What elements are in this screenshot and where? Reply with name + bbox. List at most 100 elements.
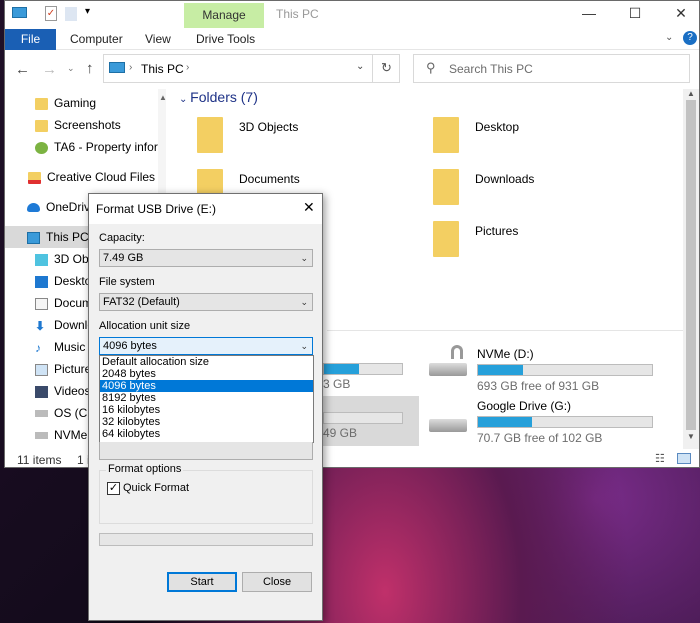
quick-format-checkbox[interactable]: ✓ [107, 482, 120, 495]
drive-icon [429, 419, 467, 432]
up-button[interactable]: ↑ [86, 60, 94, 77]
start-button[interactable]: Start [167, 572, 237, 592]
drive-name: NVMe (D:) [477, 347, 534, 361]
drive-partial-selected[interactable]: 49 GB [323, 396, 419, 446]
recent-locations-icon[interactable]: ⌄ [67, 63, 75, 74]
lock-icon [451, 345, 463, 359]
address-bar[interactable]: › This PC › ⌄ ↻ [103, 54, 400, 83]
nav-label: Videos [54, 384, 91, 398]
allocation-option[interactable]: 16 kilobytes [100, 404, 313, 416]
dialog-title: Format USB Drive (E:) [96, 202, 217, 216]
nav-item-gaming[interactable]: Gaming [5, 92, 158, 114]
drive-google-drive-g[interactable]: Google Drive (G:) 70.7 GB free of 102 GB [427, 393, 657, 445]
capacity-select[interactable]: 7.49 GB ⌄ [99, 249, 313, 267]
dialog-title-bar: Format USB Drive (E:) ✕ [89, 194, 322, 224]
computer-icon [27, 231, 40, 244]
format-options-group: Format options ✓ Quick Format [99, 463, 313, 524]
chevron-right-icon: › [129, 62, 133, 73]
maximize-button[interactable]: ☐ [623, 5, 647, 22]
address-dropdown-icon[interactable]: ⌄ [356, 61, 364, 72]
dialog-close-icon[interactable]: ✕ [303, 199, 315, 216]
close-button[interactable]: Close [242, 572, 312, 592]
capacity-label: Capacity: [99, 232, 145, 244]
computer-icon [109, 62, 125, 73]
forward-button[interactable]: → [42, 61, 57, 78]
picture-icon [35, 363, 48, 376]
tab-computer[interactable]: Computer [70, 32, 123, 46]
chevron-right-icon: › [186, 62, 190, 73]
allocation-option[interactable]: 8192 bytes [100, 392, 313, 404]
allocation-value: 4096 bytes [103, 340, 157, 352]
title-bar: ✓ ▾ Manage This PC — ☐ ✕ [5, 1, 699, 29]
download-icon: ⬇ [35, 318, 46, 333]
details-view-icon[interactable]: ☷ [655, 452, 665, 465]
large-icons-view-icon[interactable] [677, 453, 691, 464]
refresh-icon[interactable]: ↻ [381, 60, 392, 76]
nav-item-ta6[interactable]: TA6 - Property inforr [5, 136, 158, 158]
nav-item-creative-cloud[interactable]: Creative Cloud Files [5, 166, 158, 188]
drive-free-space: 70.7 GB free of 102 GB [477, 431, 603, 445]
new-folder-icon[interactable] [65, 7, 77, 21]
drive-name: Google Drive (G:) [477, 399, 572, 413]
allocation-option[interactable]: 4096 bytes [100, 380, 313, 392]
content-scrollbar[interactable]: ▲ ▼ [683, 89, 699, 449]
allocation-option[interactable]: Default allocation size [100, 356, 313, 368]
drive-usage-fill [324, 364, 360, 374]
expand-ribbon-icon[interactable]: ⌄ [665, 32, 673, 43]
file-system-label: File system [99, 276, 155, 288]
properties-icon[interactable]: ✓ [45, 6, 57, 21]
nav-item-screenshots[interactable]: Screenshots [5, 114, 158, 136]
drive-free-space: 693 GB free of 931 GB [477, 379, 600, 393]
chevron-down-icon: ⌄ [300, 341, 308, 351]
tab-drive-tools[interactable]: Drive Tools [196, 32, 255, 46]
help-icon[interactable]: ? [683, 31, 697, 45]
search-placeholder[interactable]: Search This PC [449, 62, 533, 76]
folder-icon [35, 97, 48, 110]
onedrive-icon [27, 203, 40, 213]
tab-manage[interactable]: Manage [184, 3, 264, 28]
breadcrumb-this-pc[interactable]: This PC [141, 62, 184, 76]
close-button[interactable]: ✕ [669, 5, 693, 22]
allocation-option[interactable]: 32 kilobytes [100, 416, 313, 428]
folder-label: Desktop [475, 120, 520, 134]
folder-icon [433, 169, 459, 205]
back-button[interactable]: ← [15, 61, 30, 78]
drive-icon [35, 410, 48, 418]
folder-label: 3D Objects [239, 120, 299, 134]
allocation-select[interactable]: 4096 bytes ⌄ [99, 337, 313, 355]
folder-icon [433, 117, 459, 153]
video-icon [35, 385, 48, 398]
drive-usage-fill [478, 417, 532, 427]
customize-toolbar-icon[interactable]: ▾ [85, 6, 90, 17]
drive-usage-fill [478, 365, 524, 375]
file-system-select[interactable]: FAT32 (Default) ⌄ [99, 293, 313, 311]
creative-cloud-icon [28, 171, 41, 184]
format-dialog: Format USB Drive (E:) ✕ Capacity: 7.49 G… [88, 193, 323, 621]
tab-file[interactable]: File [5, 29, 56, 50]
folder-icon [197, 117, 223, 153]
cube-icon [35, 253, 48, 266]
drive-nvme-d[interactable]: NVMe (D:) 693 GB free of 931 GB [427, 341, 657, 393]
nav-label: Music [54, 340, 86, 354]
capacity-value: 7.49 GB [103, 252, 144, 264]
drive-free-space: 49 GB [323, 426, 358, 440]
format-progress-bar [99, 533, 313, 546]
shared-folder-icon [35, 141, 48, 154]
search-box[interactable]: ⚲ Search This PC [413, 54, 690, 83]
status-item-count: 11 items [17, 453, 62, 467]
tab-view[interactable]: View [145, 32, 171, 46]
nav-label: This PC [46, 230, 89, 244]
document-icon [35, 297, 48, 310]
ribbon-tabs: File Computer View Drive Tools ⌄ ? [5, 29, 699, 50]
folders-header[interactable]: ⌄ Folders (7) [179, 89, 258, 105]
drive-partial-1[interactable]: 3 GB [323, 363, 403, 391]
minimize-button[interactable]: — [577, 5, 601, 21]
locked-drive-icon [429, 363, 467, 376]
allocation-option[interactable]: 2048 bytes [100, 368, 313, 380]
nav-label: Screenshots [54, 118, 121, 132]
drive-free-space: 3 GB [323, 377, 351, 391]
nav-label: Gaming [54, 96, 97, 110]
allocation-option[interactable]: 64 kilobytes [100, 428, 313, 440]
quick-format-label[interactable]: Quick Format [123, 482, 189, 494]
nav-label: TA6 - Property inforr [54, 140, 158, 154]
